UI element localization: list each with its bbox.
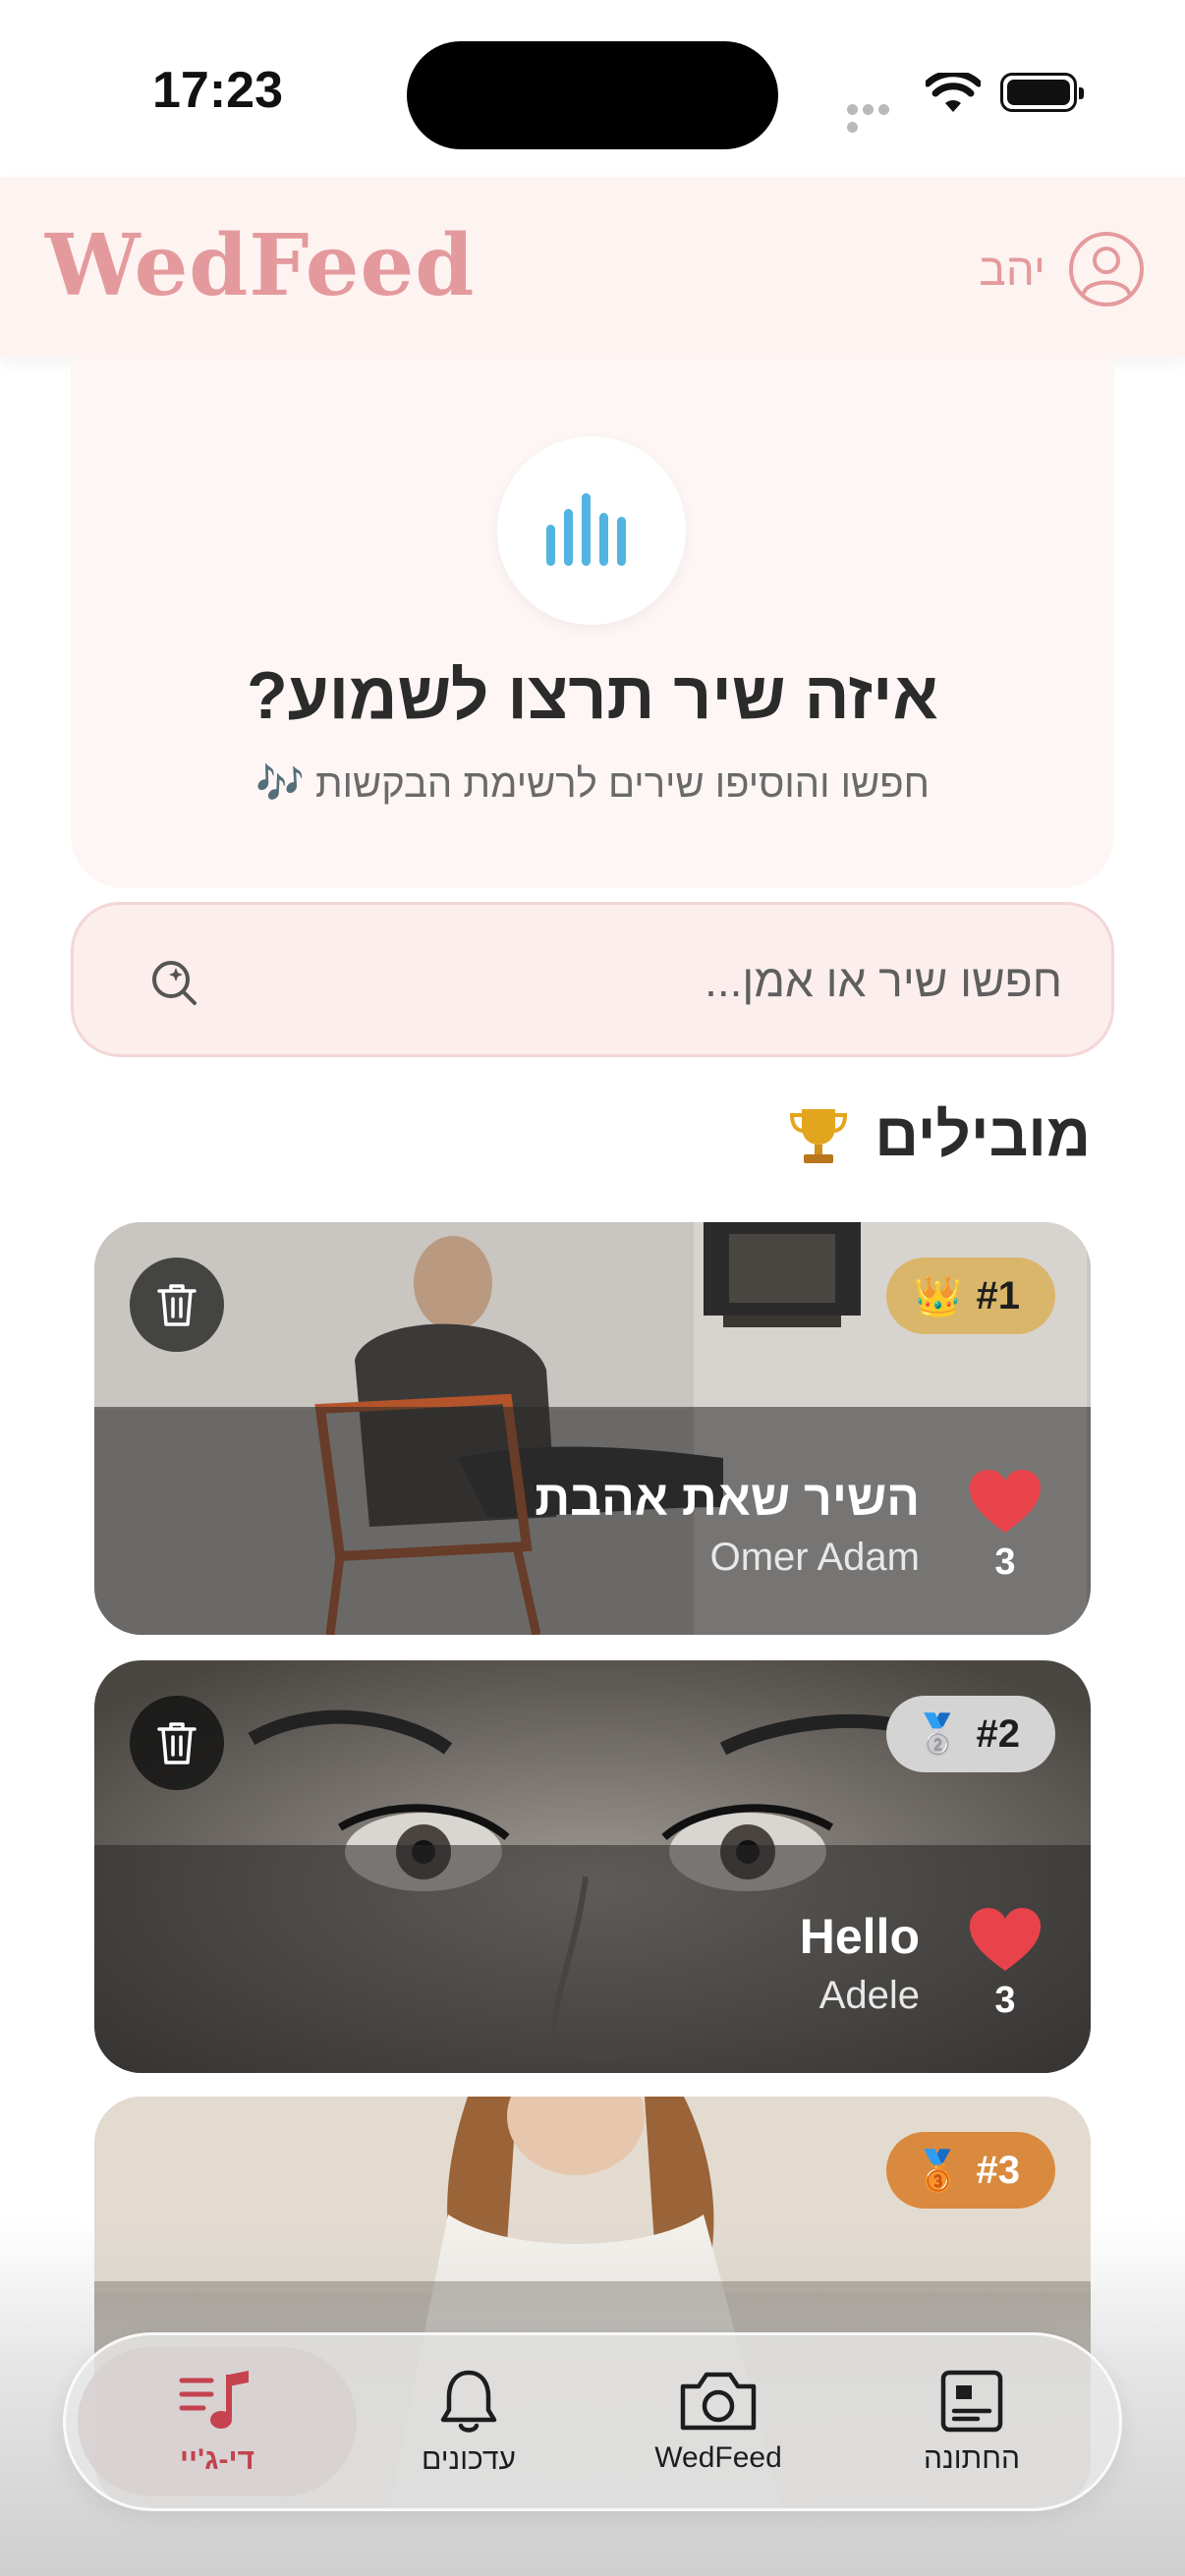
song-search-bar[interactable] [71, 902, 1114, 1057]
trophy-icon [790, 1108, 848, 1163]
rank-badge: 🥉 #3 [885, 2132, 1055, 2209]
song-title: השיר שאת אהבת [535, 1471, 920, 1526]
leaders-header: מובילים [786, 1100, 1091, 1170]
app-header: WedFeed יהב [0, 177, 1185, 358]
wifi-icon [926, 73, 981, 112]
card-overlay [94, 1845, 1091, 2073]
bottom-tab-bar: די-ג'יי עדכונים WedFeed החתונה [63, 2332, 1122, 2511]
heart-icon [970, 1470, 1041, 1533]
status-time: 17:23 [152, 62, 283, 119]
trash-icon [157, 1284, 197, 1326]
user-profile-button[interactable]: יהב [979, 228, 1146, 310]
tab-label: WedFeed [654, 2441, 782, 2474]
hero-icon-circle [497, 436, 686, 625]
status-bar: 17:23 [0, 0, 1185, 177]
signal-dots-icon [847, 102, 908, 133]
heart-icon [970, 1908, 1041, 1971]
audio-wave-icon [546, 493, 626, 566]
tab-wedfeed[interactable]: WedFeed [591, 2347, 846, 2496]
song-card[interactable]: 🥈 #2 Hello Adele 3 [94, 1660, 1091, 2073]
tab-label: עדכונים [422, 2443, 516, 2476]
music-note-icon [179, 2371, 249, 2429]
song-title: Hello [799, 1909, 920, 1964]
rank-number: #3 [976, 2148, 1021, 2192]
app-logo: WedFeed [45, 216, 476, 315]
user-icon [1069, 232, 1144, 307]
search-sparkle-icon[interactable] [147, 954, 202, 1009]
rank-badge: 🥈 #2 [885, 1696, 1055, 1772]
delete-song-button[interactable] [130, 1696, 224, 1790]
bell-icon [440, 2370, 497, 2433]
rank-medal-icon: 🥉 [913, 2149, 963, 2193]
dynamic-island [407, 41, 778, 149]
like-button[interactable]: 3 [965, 1468, 1045, 1584]
song-artist: Adele [818, 1974, 920, 2017]
battery-icon [1000, 73, 1084, 112]
hero-card: איזה שיר תרצו לשמוע? חפשו והוסיפו שירים … [71, 358, 1114, 888]
trash-icon [157, 1722, 197, 1764]
hero-title: איזה שיר תרצו לשמוע? [247, 658, 938, 733]
song-artist: Omer Adam [709, 1536, 920, 1579]
delete-song-button[interactable] [130, 1258, 224, 1352]
rank-medal-icon: 🥈 [913, 1712, 963, 1757]
camera-icon [680, 2372, 757, 2431]
hero-subtitle: חפשו והוסיפו שירים לרשימת הבקשות 🎶 [255, 762, 930, 806]
rank-number: #1 [976, 1273, 1021, 1317]
like-button[interactable]: 3 [965, 1906, 1045, 2022]
like-count: 3 [994, 1980, 1016, 2021]
rank-badge: 👑 #1 [885, 1258, 1055, 1334]
rank-number: #2 [976, 1711, 1021, 1756]
user-name: יהב [979, 244, 1045, 295]
song-card[interactable]: 👑 #1 השיר שאת אהבת Omer Adam 3 [94, 1222, 1091, 1635]
tab-wedding[interactable]: החתונה [844, 2347, 1100, 2496]
tab-dj[interactable]: די-ג'יי [78, 2347, 357, 2496]
rank-medal-icon: 👑 [913, 1274, 963, 1318]
leaders-title: מובילים [875, 1101, 1091, 1169]
tab-label: די-ג'יי [179, 2443, 255, 2476]
wedding-card-icon [940, 2370, 1003, 2433]
like-count: 3 [994, 1541, 1016, 1583]
tab-updates[interactable]: עדכונים [341, 2347, 596, 2496]
tab-label: החתונה [924, 2442, 1020, 2475]
search-input[interactable] [225, 905, 1064, 1056]
